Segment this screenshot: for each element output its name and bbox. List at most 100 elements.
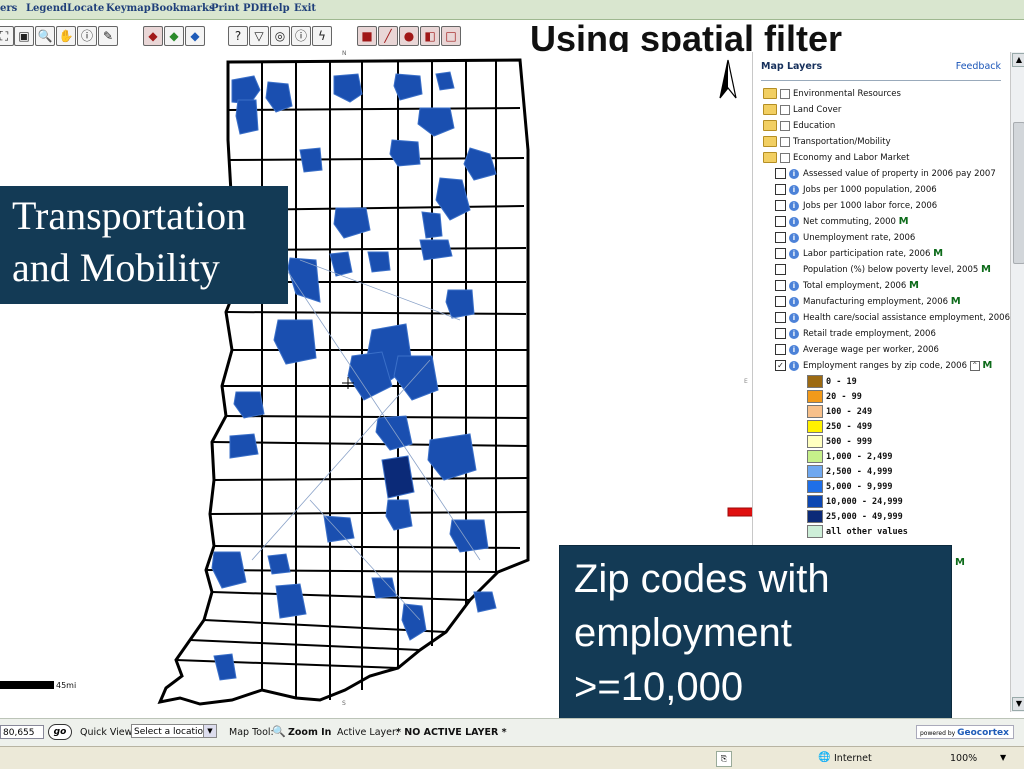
layer-checkbox[interactable] (775, 248, 786, 259)
layer-checkbox[interactable] (775, 280, 786, 291)
select-point-icon[interactable]: ● (399, 26, 419, 46)
folder-land-cover[interactable]: Land Cover (763, 104, 841, 118)
menu-layers[interactable]: ers (0, 3, 17, 14)
zoom-dropdown-icon[interactable]: ▼ (1000, 753, 1006, 762)
go-button[interactable]: go (48, 724, 72, 740)
metadata-icon[interactable]: M (909, 280, 919, 291)
info-icon[interactable]: i (789, 216, 799, 227)
zoom-box-icon[interactable]: ▣ (14, 26, 34, 46)
menu-legend[interactable]: Legend (26, 3, 67, 14)
quick-view-select[interactable]: Select a location ▼ (131, 724, 217, 738)
folder-checkbox[interactable] (780, 104, 790, 115)
layer-checkbox[interactable] (775, 184, 786, 195)
info-icon[interactable]: i (789, 200, 799, 211)
folder-checkbox[interactable] (780, 120, 790, 131)
layer-checkbox[interactable] (775, 328, 786, 339)
layer-item[interactable]: i Jobs per 1000 population, 2006 (775, 184, 937, 198)
layer-item[interactable]: i Average wage per worker, 2006 (775, 344, 939, 358)
menu-exit[interactable]: Exit (294, 3, 316, 14)
layer-item[interactable]: i Retail trade employment, 2006 (775, 328, 936, 342)
metadata-icon[interactable]: M (951, 296, 961, 307)
folder-transportation[interactable]: Transportation/Mobility (763, 136, 891, 150)
zoom-tool-icon: 🔍 (272, 725, 286, 738)
draw-icon[interactable]: ✎ (98, 26, 118, 46)
filter-icon[interactable]: ▽ (249, 26, 269, 46)
menu-keymap[interactable]: Keymap (106, 3, 151, 14)
layer-blue-icon[interactable]: ◆ (185, 26, 205, 46)
coords-input[interactable]: 80,655 (0, 725, 44, 739)
layer-item[interactable]: i Jobs per 1000 labor force, 2006 (775, 200, 937, 214)
folder-environmental[interactable]: Environmental Resources (763, 88, 901, 102)
layer-checkbox[interactable] (775, 344, 786, 355)
metadata-icon[interactable]: M (981, 264, 991, 275)
scroll-up-icon[interactable]: ▲ (1012, 53, 1024, 67)
select-rect-icon[interactable]: ■ (357, 26, 377, 46)
menu-locate[interactable]: Locate (67, 3, 104, 14)
zoom-level[interactable]: 100% (950, 753, 977, 764)
geocortex-badge[interactable]: powered by Geocortex (916, 725, 1014, 739)
clear-select-icon[interactable]: □ (441, 26, 461, 46)
menu-help[interactable]: Help (263, 3, 290, 14)
folder-checkbox[interactable] (780, 152, 790, 163)
legend-item: 0 - 19 (807, 375, 857, 389)
layer-item[interactable]: Population (%) below poverty level, 2005… (775, 264, 991, 278)
layer-item[interactable]: i Unemployment rate, 2006 (775, 232, 915, 246)
metadata-icon[interactable]: M (899, 216, 909, 227)
folder-economy[interactable]: Economy and Labor Market (763, 152, 910, 166)
layer-checkbox[interactable] (775, 216, 786, 227)
info-icon[interactable]: i (789, 184, 799, 195)
identify-icon[interactable]: ⓘ (77, 26, 97, 46)
info-icon[interactable]: i (789, 280, 799, 291)
lightning-icon[interactable]: ϟ (312, 26, 332, 46)
menu-bar: ers Legend Locate Keymap Bookmarks Print… (0, 0, 1024, 20)
layer-checkbox-checked[interactable]: ✓ (775, 360, 786, 371)
folder-checkbox[interactable] (780, 136, 790, 147)
folder-checkbox[interactable] (780, 88, 790, 99)
layer-item[interactable]: i Manufacturing employment, 2006 M (775, 296, 961, 310)
metadata-icon[interactable]: M (933, 248, 943, 259)
panel-scrollbar[interactable]: ▲ ▼ (1010, 52, 1024, 712)
info-icon[interactable]: i (789, 232, 799, 243)
metadata-icon[interactable]: M (982, 360, 992, 371)
folder-education[interactable]: Education (763, 120, 835, 134)
info-icon[interactable]: i (789, 168, 799, 179)
scroll-down-icon[interactable]: ▼ (1012, 697, 1024, 711)
legend-swatch (807, 390, 823, 403)
buffer-icon[interactable]: ◎ (270, 26, 290, 46)
page-icon: ⎘ (716, 751, 732, 767)
menu-bookmarks[interactable]: Bookmarks (151, 3, 215, 14)
layer-item[interactable]: i Labor participation rate, 2006 M (775, 248, 943, 262)
collapse-icon[interactable]: ^ (969, 360, 980, 371)
zoom-in-icon[interactable]: 🔍 (35, 26, 55, 46)
layer-item[interactable]: i Total employment, 2006 M (775, 280, 919, 294)
info-icon[interactable]: i (789, 360, 799, 371)
layer-checkbox[interactable] (775, 200, 786, 211)
info-tool-icon[interactable]: ⓘ (291, 26, 311, 46)
info-icon[interactable]: i (789, 344, 799, 355)
layer-checkbox[interactable] (775, 296, 786, 307)
feedback-link[interactable]: Feedback (956, 61, 1001, 72)
chevron-down-icon[interactable]: ▼ (203, 725, 216, 737)
scroll-thumb[interactable] (1013, 122, 1024, 264)
query-icon[interactable]: ? (228, 26, 248, 46)
layer-checkbox[interactable] (775, 168, 786, 179)
layer-green-icon[interactable]: ◆ (164, 26, 184, 46)
info-icon[interactable]: i (789, 248, 799, 259)
info-icon[interactable]: i (789, 312, 799, 323)
layer-item-active[interactable]: ✓ i Employment ranges by zip code, 2006 ^ … (775, 360, 992, 374)
metadata-icon[interactable]: M (955, 557, 965, 568)
select-poly-icon[interactable]: ◧ (420, 26, 440, 46)
layer-checkbox[interactable] (775, 264, 786, 275)
layer-item[interactable]: i Net commuting, 2000 M (775, 216, 909, 230)
select-line-icon[interactable]: ╱ (378, 26, 398, 46)
info-icon[interactable]: i (789, 328, 799, 339)
layer-item[interactable]: i Health care/social assistance employmen… (775, 312, 1010, 326)
zoom-extent-icon[interactable]: ⛶ (0, 26, 14, 46)
layer-checkbox[interactable] (775, 232, 786, 243)
layer-item[interactable]: i Assessed value of property in 2006 pay … (775, 168, 996, 182)
layer-checkbox[interactable] (775, 312, 786, 323)
layer-red-icon[interactable]: ◆ (143, 26, 163, 46)
info-icon[interactable]: i (789, 296, 799, 307)
pan-hand-icon[interactable]: ✋ (56, 26, 76, 46)
menu-print-pdf[interactable]: Print PDF (211, 3, 266, 14)
